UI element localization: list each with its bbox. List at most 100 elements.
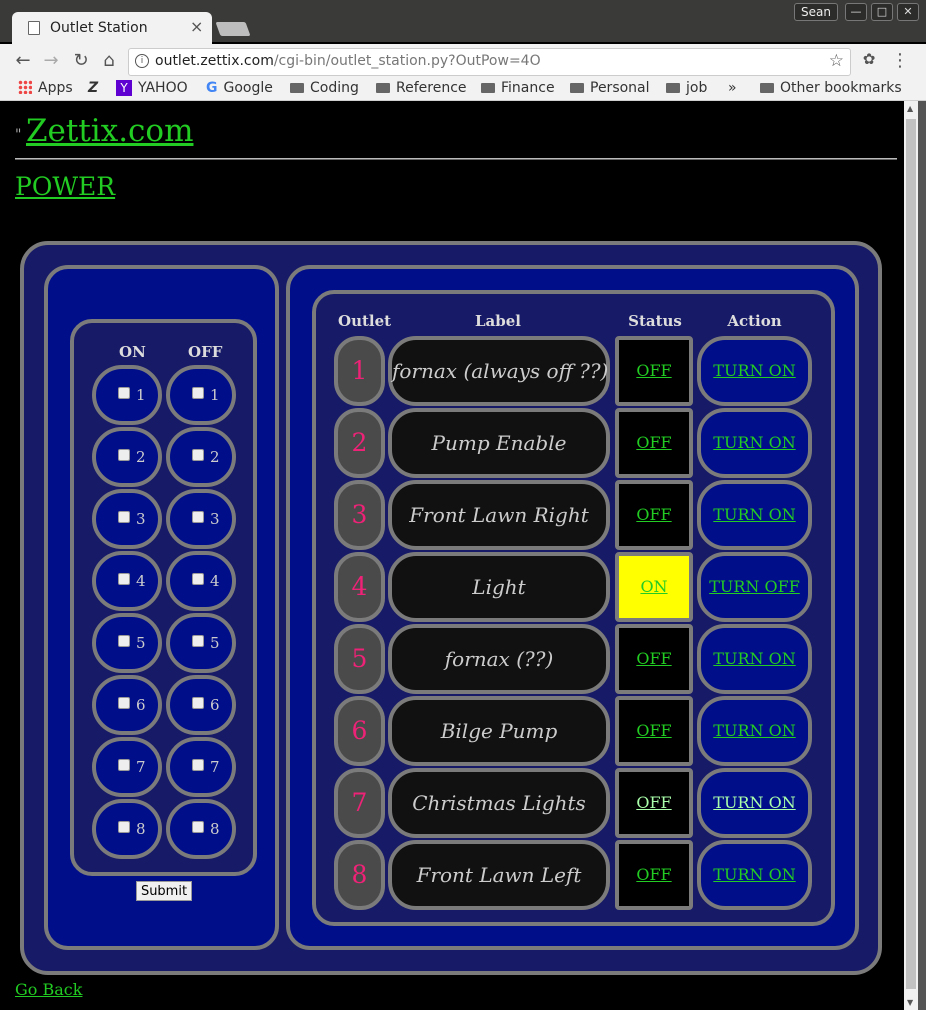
on-checkbox-8[interactable]: 8	[92, 799, 162, 859]
checkbox-icon[interactable]	[192, 635, 204, 647]
folder-icon	[290, 83, 304, 93]
page-icon	[28, 21, 40, 35]
home-icon[interactable]: ⌂	[98, 50, 120, 71]
new-tab-button[interactable]	[215, 22, 251, 36]
site-home-link[interactable]: Zettix.com	[26, 113, 193, 149]
status-link[interactable]: ON	[640, 577, 667, 596]
address-bar[interactable]: i outlet.zettix.com/cgi-bin/outlet_stati…	[128, 48, 851, 76]
info-icon[interactable]: i	[135, 54, 149, 68]
bookmark-apps[interactable]: Apps	[18, 80, 73, 96]
action-link[interactable]: TURN ON	[713, 649, 795, 668]
forward-arrow-icon[interactable]: →	[40, 50, 62, 71]
status-link[interactable]: OFF	[636, 361, 671, 380]
close-window-icon[interactable]: ✕	[897, 3, 919, 21]
close-tab-icon[interactable]: ×	[190, 17, 203, 36]
checkbox-icon[interactable]	[118, 635, 130, 647]
off-checkbox-4[interactable]: 4	[166, 551, 236, 611]
checkbox-icon[interactable]	[192, 697, 204, 709]
maximize-icon[interactable]: □	[871, 3, 893, 21]
action-link[interactable]: TURN ON	[713, 361, 795, 380]
outlet-status: OFF	[615, 408, 693, 478]
outlet-action: TURN ON	[697, 624, 812, 694]
on-checkbox-4[interactable]: 4	[92, 551, 162, 611]
on-checkbox-1[interactable]: 1	[92, 365, 162, 425]
checkbox-icon[interactable]	[118, 573, 130, 585]
on-checkbox-6[interactable]: 6	[92, 675, 162, 735]
checkbox-icon[interactable]	[192, 821, 204, 833]
page-scrollbar[interactable]: ▲ ▼	[904, 101, 918, 1010]
off-checkbox-1[interactable]: 1	[166, 365, 236, 425]
on-checkbox-3[interactable]: 3	[92, 489, 162, 549]
on-checkbox-7[interactable]: 7	[92, 737, 162, 797]
bookmark-reference[interactable]: Reference	[376, 80, 467, 96]
bookmark-other[interactable]: Other bookmarks	[760, 80, 902, 96]
checkbox-icon[interactable]	[118, 387, 130, 399]
go-back-link[interactable]: Go Back	[15, 980, 82, 999]
checkbox-number: 1	[210, 386, 220, 404]
browser-tab[interactable]: Outlet Station ×	[12, 12, 212, 44]
on-checkbox-2[interactable]: 2	[92, 427, 162, 487]
off-checkbox-6[interactable]: 6	[166, 675, 236, 735]
folder-icon	[376, 83, 390, 93]
status-link[interactable]: OFF	[636, 433, 671, 452]
off-checkbox-2[interactable]: 2	[166, 427, 236, 487]
status-link[interactable]: OFF	[636, 865, 671, 884]
yahoo-icon: Y	[116, 80, 132, 96]
scroll-down-icon[interactable]: ▼	[907, 998, 913, 1007]
back-arrow-icon[interactable]: ←	[12, 50, 34, 71]
z-logo-icon[interactable]: Z	[88, 80, 98, 96]
action-link[interactable]: TURN ON	[713, 865, 795, 884]
checkbox-number: 8	[210, 820, 220, 838]
action-link[interactable]: TURN ON	[713, 433, 795, 452]
window-titlebar: Outlet Station × Sean — □ ✕	[0, 0, 926, 44]
minimize-icon[interactable]: —	[845, 3, 867, 21]
status-link[interactable]: OFF	[636, 793, 671, 812]
bookmark-star-icon[interactable]: ☆	[829, 51, 844, 71]
action-link[interactable]: TURN ON	[713, 793, 795, 812]
scroll-up-icon[interactable]: ▲	[907, 104, 913, 113]
checkbox-number: 5	[210, 634, 220, 652]
power-link[interactable]: POWER	[15, 172, 115, 201]
action-link[interactable]: TURN ON	[713, 505, 795, 524]
off-checkbox-3[interactable]: 3	[166, 489, 236, 549]
bookmark-google[interactable]: G Google	[206, 80, 273, 96]
off-checkbox-7[interactable]: 7	[166, 737, 236, 797]
checkbox-icon[interactable]	[118, 511, 130, 523]
outlet-row: 3 Front Lawn Right OFF TURN ON	[334, 480, 814, 550]
bookmark-personal[interactable]: Personal	[570, 80, 650, 96]
action-link[interactable]: TURN OFF	[709, 577, 800, 596]
checkbox-icon[interactable]	[118, 449, 130, 461]
scrollbar-thumb[interactable]	[906, 119, 916, 989]
action-link[interactable]: TURN ON	[713, 721, 795, 740]
on-checkbox-5[interactable]: 5	[92, 613, 162, 673]
checkbox-icon[interactable]	[118, 821, 130, 833]
status-link[interactable]: OFF	[636, 649, 671, 668]
submit-button[interactable]: Submit	[136, 881, 192, 901]
checkbox-icon[interactable]	[192, 511, 204, 523]
extension-icon[interactable]: ✿	[858, 50, 880, 68]
off-checkbox-8[interactable]: 8	[166, 799, 236, 859]
checkbox-icon[interactable]	[192, 759, 204, 771]
status-link[interactable]: OFF	[636, 505, 671, 524]
outlet-station-panel: ON OFF 1122334455667788 Submit Outlet La…	[20, 241, 882, 975]
outlet-number: 4	[334, 552, 385, 622]
user-profile-button[interactable]: Sean	[794, 3, 838, 21]
checkbox-icon[interactable]	[192, 573, 204, 585]
checkbox-number: 6	[210, 696, 220, 714]
menu-icon[interactable]: ⋮	[889, 50, 911, 71]
bookmark-job[interactable]: job	[666, 80, 707, 96]
checkbox-icon[interactable]	[192, 449, 204, 461]
url-host: outlet.zettix.com	[155, 53, 274, 69]
off-checkbox-5[interactable]: 5	[166, 613, 236, 673]
checkbox-icon[interactable]	[118, 697, 130, 709]
bookmarks-overflow-button[interactable]: »	[728, 80, 737, 96]
checkbox-number: 2	[136, 448, 146, 466]
reload-icon[interactable]: ↻	[70, 50, 92, 71]
status-link[interactable]: OFF	[636, 721, 671, 740]
bookmark-yahoo[interactable]: Y YAHOO	[116, 80, 188, 96]
checkbox-number: 5	[136, 634, 146, 652]
bookmark-coding[interactable]: Coding	[290, 80, 359, 96]
bookmark-finance[interactable]: Finance	[481, 80, 555, 96]
checkbox-icon[interactable]	[192, 387, 204, 399]
checkbox-icon[interactable]	[118, 759, 130, 771]
